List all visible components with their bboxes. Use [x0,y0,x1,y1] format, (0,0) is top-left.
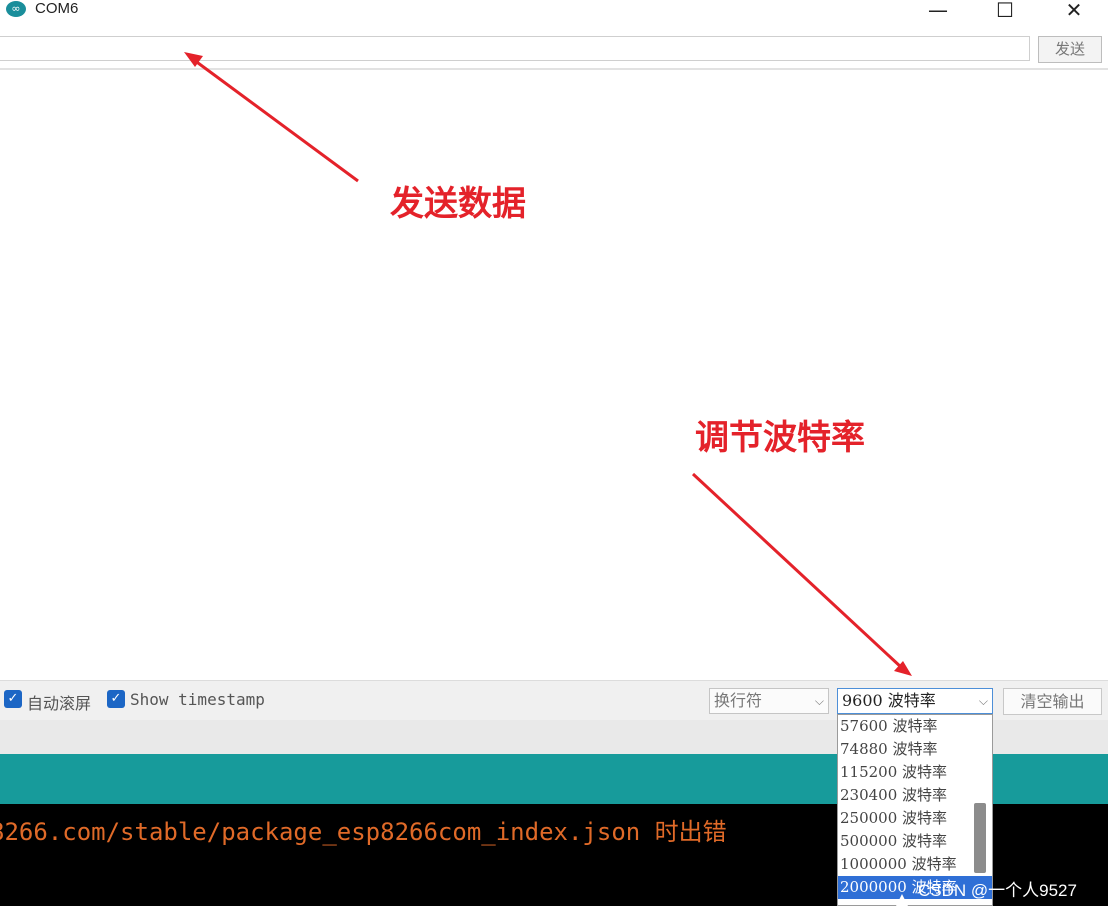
dropdown-scrollbar[interactable] [974,803,986,873]
close-button[interactable]: ✕ [1054,0,1094,22]
annotation-send-data: 发送数据 [390,184,526,224]
baud-option[interactable]: 230400 波特率 [838,784,992,807]
chevron-down-icon: ⌵ [978,694,988,708]
baud-option[interactable]: 500000 波特率 [838,830,992,853]
annotation-adjust-baud: 调节波特率 [695,418,865,458]
arduino-logo-icon: ∞ [6,1,26,17]
line-ending-value: 换行符 [714,691,763,710]
send-input[interactable] [0,36,1030,61]
baud-option[interactable]: 250000 波特率 [838,807,992,830]
baud-option[interactable]: 1000000 波特率 [838,853,992,876]
baud-rate-select[interactable]: 9600 波特率 ⌵ [837,688,993,714]
line-ending-select[interactable]: 换行符 ⌵ [709,688,829,714]
autoscroll-checkbox[interactable]: ✓ [4,690,22,708]
console-error-text: 8266.com/stable/package_esp8266com_index… [0,818,727,846]
watermark: CSDN @一个人9527 [918,881,1077,900]
send-button[interactable]: 发送 [1038,36,1102,63]
clear-output-button[interactable]: 清空输出 [1003,688,1102,715]
title-bar: ∞ COM6 — ☐ ✕ [0,0,1108,34]
timestamp-checkbox[interactable]: ✓ [107,690,125,708]
timestamp-label: Show timestamp [130,690,265,709]
baud-option[interactable]: 115200 波特率 [838,761,992,784]
baud-option[interactable]: 57600 波特率 [838,715,992,738]
mouse-cursor-icon [896,894,908,906]
autoscroll-label: 自动滚屏 [27,694,92,713]
serial-output-area[interactable] [0,70,1108,680]
minimize-button[interactable]: — [918,0,958,22]
baud-rate-value: 9600 波特率 [842,691,936,710]
chevron-down-icon: ⌵ [814,694,824,708]
baud-option[interactable]: 74880 波特率 [838,738,992,761]
maximize-button[interactable]: ☐ [985,0,1025,22]
window-title: COM6 [35,0,79,17]
